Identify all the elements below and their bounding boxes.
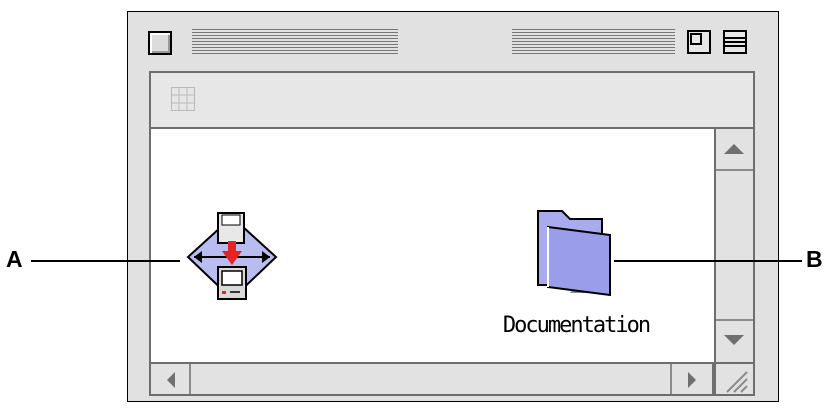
scroll-right-button[interactable]: [670, 364, 712, 394]
finder-window: [127, 11, 779, 402]
collapse-box-icon[interactable]: [723, 30, 747, 54]
left-arrow-icon: [167, 372, 175, 388]
window-header-bar: [149, 71, 755, 129]
scroll-left-button[interactable]: [151, 364, 191, 394]
callout-line-a: [31, 260, 180, 262]
folder-label[interactable]: Documentation: [470, 309, 682, 343]
horizontal-scrollbar[interactable]: [149, 362, 714, 396]
grid-view-icon[interactable]: [171, 87, 195, 111]
grow-box-lines: [726, 371, 748, 393]
grow-box-icon[interactable]: [714, 362, 755, 396]
title-bar-stripes-right: [512, 29, 675, 56]
close-box-icon[interactable]: [148, 31, 172, 55]
installer-icon[interactable]: [184, 211, 280, 303]
up-arrow-icon: [724, 144, 744, 154]
right-arrow-icon: [688, 372, 696, 388]
title-bar-stripes-left: [192, 29, 398, 56]
vertical-scrollbar[interactable]: [714, 129, 755, 362]
folder-icon[interactable]: [530, 207, 626, 299]
callout-line-b: [614, 260, 802, 262]
callout-label-a: A: [6, 246, 23, 272]
zoom-box-icon[interactable]: [687, 30, 711, 54]
callout-label-b: B: [806, 246, 823, 272]
down-arrow-icon: [724, 335, 744, 345]
scroll-down-button[interactable]: [716, 319, 753, 360]
scroll-up-button[interactable]: [716, 129, 753, 171]
title-bar[interactable]: [128, 12, 778, 62]
